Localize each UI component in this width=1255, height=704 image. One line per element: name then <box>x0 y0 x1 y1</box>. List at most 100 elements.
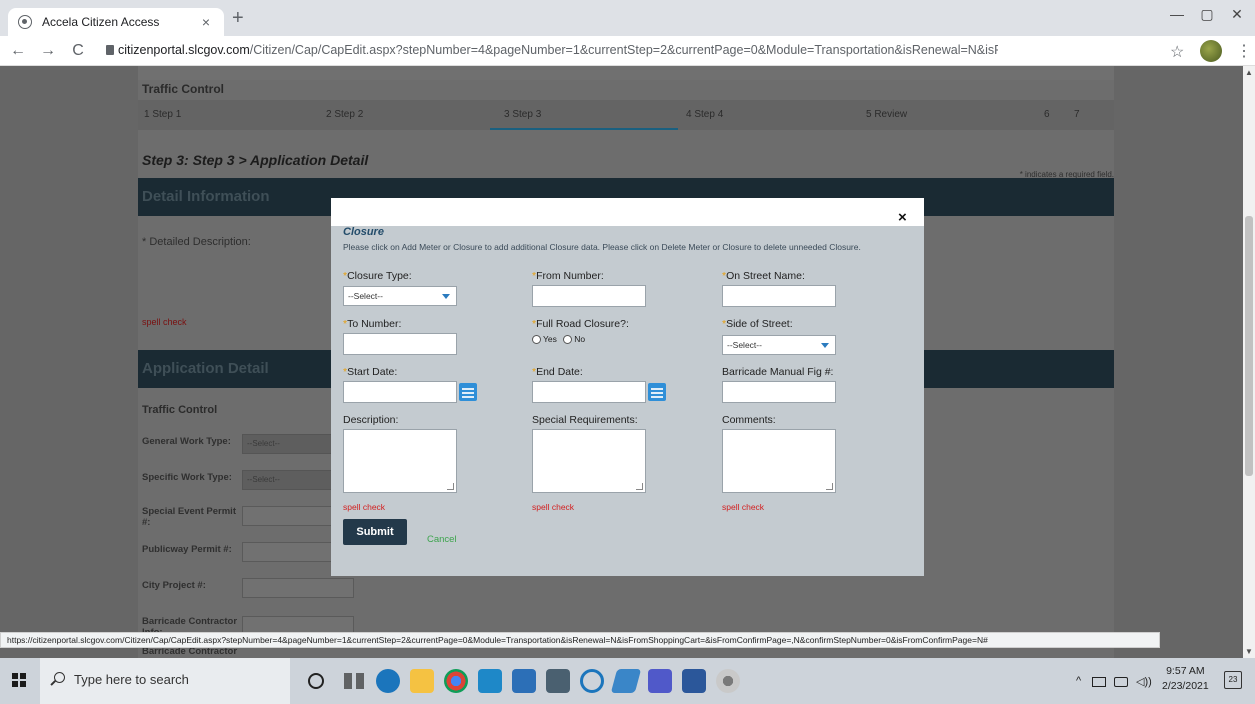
window-close-button[interactable]: ✕ <box>1222 6 1252 23</box>
description-spell-check-link[interactable]: spell check <box>343 502 385 512</box>
end-date-input[interactable] <box>532 381 646 403</box>
step-2[interactable]: 2 Step 2 <box>326 109 363 120</box>
spell-check-link[interactable]: spell check <box>142 317 187 327</box>
taskbar-search-placeholder: Type here to search <box>74 672 189 687</box>
application-banner-text: Application Detail <box>142 360 269 377</box>
page-scrollbar[interactable]: ▲ ▼ <box>1243 66 1255 658</box>
site-favicon-icon <box>18 15 32 29</box>
city-project-input[interactable] <box>242 578 354 598</box>
step-3[interactable]: 3 Step 3 <box>504 109 541 120</box>
closure-modal: × Closure Please click on Add Meter or C… <box>331 198 924 576</box>
step-heading: Step 3: Step 3 > Application Detail <box>142 152 369 168</box>
scroll-down-icon[interactable]: ▼ <box>1245 647 1253 656</box>
browser-tab[interactable]: Accela Citizen Access × <box>8 8 224 36</box>
step-6[interactable]: 6 <box>1044 109 1050 120</box>
screen: Accela Citizen Access × + — ▢ ✕ ← → C ci… <box>0 0 1255 704</box>
maximize-button[interactable]: ▢ <box>1192 6 1222 23</box>
word-icon[interactable] <box>682 669 706 693</box>
comments-spell-check-link[interactable]: spell check <box>722 502 764 512</box>
closure-type-label: *Closure Type: <box>343 270 412 282</box>
paint-icon[interactable] <box>716 669 740 693</box>
windows-start-icon[interactable] <box>12 673 26 687</box>
step-review[interactable]: 5 Review <box>866 109 907 120</box>
internet-explorer-icon[interactable] <box>580 669 604 693</box>
closure-type-text: Closure Type: <box>347 270 412 282</box>
publicway-permit-label: Publicway Permit #: <box>142 544 232 555</box>
start-date-label: *Start Date: <box>343 366 397 378</box>
detail-banner-text: Detail Information <box>142 188 270 205</box>
tray-chevron-icon[interactable]: ^ <box>1076 675 1081 687</box>
minimize-button[interactable]: — <box>1162 6 1192 22</box>
profile-avatar[interactable] <box>1200 40 1222 62</box>
closure-type-value: --Select-- <box>348 291 383 301</box>
start-date-input[interactable] <box>343 381 457 403</box>
step-1[interactable]: 1 Step 1 <box>144 109 181 120</box>
calculator-icon[interactable] <box>546 669 570 693</box>
display-icon[interactable] <box>1114 677 1128 687</box>
on-street-name-input[interactable] <box>722 285 836 307</box>
modal-close-icon[interactable]: × <box>898 209 907 226</box>
detailed-description-label: * Detailed Description: <box>142 236 251 248</box>
side-of-street-value: --Select-- <box>727 340 762 350</box>
url-field[interactable]: citizenportal.slcgov.com/Citizen/Cap/Cap… <box>118 43 998 57</box>
full-road-closure-text: Full Road Closure?: <box>536 318 629 330</box>
steps-bar: 1 Step 1 2 Step 2 3 Step 3 4 Step 4 5 Re… <box>138 100 1114 130</box>
scroll-up-icon[interactable]: ▲ <box>1245 68 1253 77</box>
modal-header <box>331 198 924 226</box>
from-number-input[interactable] <box>532 285 646 307</box>
submit-button[interactable]: Submit <box>343 519 407 545</box>
barricade-manual-fig-input[interactable] <box>722 381 836 403</box>
from-number-text: From Number: <box>536 270 604 282</box>
comments-textarea[interactable] <box>722 429 836 493</box>
special-requirements-textarea[interactable] <box>532 429 646 493</box>
snipping-tool-icon[interactable] <box>610 669 642 693</box>
cancel-link[interactable]: Cancel <box>427 534 457 545</box>
comments-label: Comments: <box>722 414 776 426</box>
new-tab-button[interactable]: + <box>232 8 244 28</box>
notification-center-icon[interactable]: 23 <box>1224 671 1242 689</box>
cortana-icon[interactable] <box>308 673 324 689</box>
volume-icon[interactable]: ◁)) <box>1136 675 1152 688</box>
edge-legacy-icon[interactable] <box>376 669 400 693</box>
to-number-input[interactable] <box>343 333 457 355</box>
barricade-manual-fig-label: Barricade Manual Fig #: <box>722 366 834 378</box>
calendar-icon[interactable] <box>648 383 666 401</box>
calendar-icon[interactable] <box>459 383 477 401</box>
clock-time: 9:57 AM <box>1166 665 1205 677</box>
chevron-down-icon <box>442 294 450 299</box>
file-explorer-icon[interactable] <box>410 669 434 693</box>
end-date-text: End Date: <box>536 366 583 378</box>
special-requirements-spell-check-link[interactable]: spell check <box>532 502 574 512</box>
taskbar-search-box[interactable]: Type here to search <box>40 658 290 704</box>
teams-icon[interactable] <box>648 669 672 693</box>
to-number-label: *To Number: <box>343 318 401 330</box>
on-street-name-label: *On Street Name: <box>722 270 805 282</box>
end-date-label: *End Date: <box>532 366 583 378</box>
remote-desktop-icon[interactable] <box>512 669 536 693</box>
taskbar-clock[interactable]: 9:57 AM 2/23/2021 <box>1162 664 1209 694</box>
traffic-control-subheading: Traffic Control <box>142 404 218 416</box>
task-view-icon[interactable] <box>342 669 366 693</box>
description-textarea[interactable] <box>343 429 457 493</box>
side-of-street-select[interactable]: --Select-- <box>722 335 836 355</box>
scrollbar-thumb[interactable] <box>1245 216 1253 476</box>
clock-date: 2/23/2021 <box>1162 680 1209 692</box>
outlook-icon[interactable] <box>478 669 502 693</box>
tab-close-icon[interactable]: × <box>198 14 214 30</box>
no-radio[interactable] <box>563 335 573 345</box>
chrome-icon[interactable] <box>444 669 468 693</box>
closure-type-select[interactable]: --Select-- <box>343 286 457 306</box>
on-street-name-text: On Street Name: <box>726 270 805 282</box>
network-icon[interactable] <box>1092 677 1106 687</box>
bookmark-star-icon[interactable]: ☆ <box>1170 42 1184 62</box>
reload-button[interactable]: C <box>66 42 90 60</box>
yes-radio[interactable] <box>532 335 541 345</box>
browser-menu-icon[interactable]: ⋮ <box>1236 41 1252 61</box>
step-7[interactable]: 7 <box>1074 109 1080 120</box>
step-4[interactable]: 4 Step 4 <box>686 109 723 120</box>
forward-button[interactable]: → <box>36 42 60 60</box>
no-label: No <box>574 334 586 344</box>
yes-label: Yes <box>543 334 557 344</box>
from-number-label: *From Number: <box>532 270 604 282</box>
back-button[interactable]: ← <box>6 42 30 60</box>
